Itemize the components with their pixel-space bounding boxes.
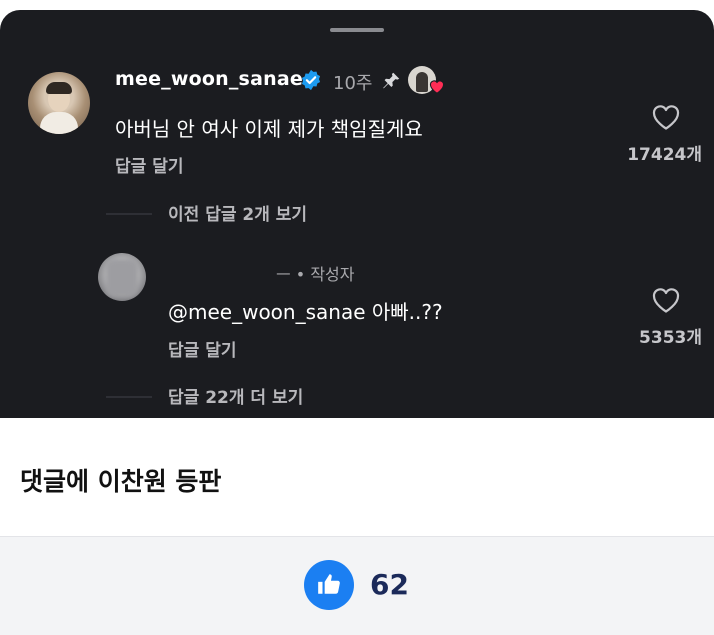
reply-button[interactable]: 답글 달기 [115, 152, 183, 177]
post-caption: 댓글에 이찬원 등판 [20, 467, 222, 496]
creator-heart-icon [429, 80, 445, 94]
post-like-bar [0, 536, 714, 635]
comment-time: 10주 [333, 73, 373, 94]
heart-icon[interactable] [651, 103, 681, 131]
post-like-button[interactable] [304, 560, 354, 610]
heart-icon[interactable] [651, 286, 681, 314]
comment-username[interactable]: mee_woon_sanae [115, 68, 303, 90]
post-like-total: 62 [370, 568, 409, 601]
comment-text: 아버님 안 여사 이제 제가 책임질게요 [115, 117, 423, 141]
top-strip [0, 0, 714, 10]
verified-badge-icon [301, 69, 321, 91]
reply-author-label: ㅡ • 작성자 [276, 265, 355, 284]
reply-text: @mee_woon_sanae 아빠..?? [168, 300, 443, 324]
thread-divider [106, 213, 152, 215]
view-more-replies-button[interactable]: 답글 22개 더 보기 [168, 383, 303, 408]
pin-icon [383, 72, 400, 89]
reply-avatar[interactable] [98, 253, 146, 301]
sheet-grab-handle[interactable] [330, 28, 384, 32]
thread-divider [106, 396, 152, 398]
comment-like-count: 17424개 [627, 145, 702, 165]
reply-to-reply-button[interactable]: 답글 달기 [168, 336, 236, 361]
view-previous-replies-button[interactable]: 이전 답글 2개 보기 [168, 200, 307, 225]
commenter-avatar[interactable] [28, 72, 90, 134]
thumbs-up-icon [318, 574, 340, 594]
reply-like-count: 5353개 [639, 328, 702, 348]
